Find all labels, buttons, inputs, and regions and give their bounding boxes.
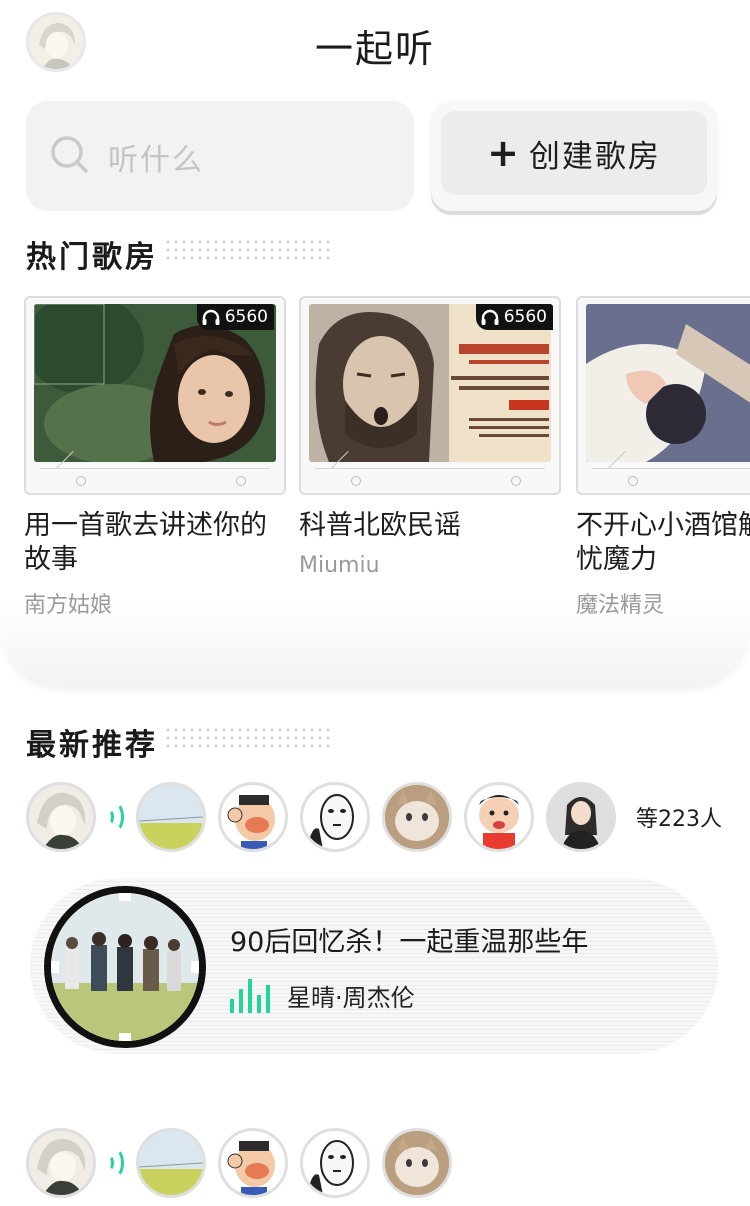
album-disc <box>44 886 206 1048</box>
listener-avatar <box>300 1128 370 1198</box>
recommendation-title: 90后回忆杀！一起重温那些年 <box>230 927 589 958</box>
room-cover-image <box>586 304 750 462</box>
listener-avatar <box>300 782 370 852</box>
room-author: 魔法精灵 <box>576 593 665 618</box>
plus-icon: + <box>487 131 521 175</box>
search-icon <box>51 136 88 173</box>
card-decoration <box>628 476 638 486</box>
listener-avatars[interactable]: 等223人 <box>26 782 722 852</box>
listener-avatar <box>136 1128 206 1198</box>
create-room-button[interactable]: + 创建歌房 <box>431 101 717 211</box>
listener-avatars[interactable] <box>26 1128 464 1198</box>
dots-decoration <box>164 238 334 264</box>
page-title: 一起听 <box>314 27 435 71</box>
now-playing: 星晴·周杰伦 <box>230 978 415 1013</box>
listener-avatar <box>136 782 206 852</box>
create-room-label: 创建歌房 <box>528 138 661 175</box>
listener-count-text: 等223人 <box>636 807 722 832</box>
card-clip: 不开心小酒馆解忧魔力 魔法精灵 <box>0 290 750 630</box>
song-title: 星晴·周杰伦 <box>287 984 415 1012</box>
speaking-wave-icon <box>102 1128 132 1198</box>
create-room-inner[interactable]: + 创建歌房 <box>441 111 707 195</box>
hot-section-title: 热门歌房 <box>26 240 158 275</box>
room-name: 不开心小酒馆解忧魔力 <box>576 510 750 575</box>
listener-avatar <box>546 782 616 852</box>
listener-avatar <box>382 782 452 852</box>
listener-avatar <box>218 1128 288 1198</box>
app-header: 一起听 <box>0 0 750 92</box>
listener-avatar <box>218 782 288 852</box>
listener-avatar <box>382 1128 452 1198</box>
listener-avatar <box>464 782 534 852</box>
speaking-wave-icon <box>102 782 132 852</box>
listener-avatar <box>26 1128 96 1198</box>
search-placeholder: 听什么 <box>108 143 204 178</box>
equalizer-icon <box>230 978 275 1013</box>
listener-avatar <box>26 782 96 852</box>
search-input[interactable]: 听什么 <box>26 101 414 211</box>
new-section-title: 最新推荐 <box>26 728 158 763</box>
recommendation-card[interactable]: 90后回忆杀！一起重温那些年 星晴·周杰伦 <box>30 878 718 1054</box>
room-card-frame <box>576 296 750 495</box>
room-card[interactable]: 不开心小酒馆解忧魔力 魔法精灵 <box>576 296 750 619</box>
dots-decoration <box>164 726 334 752</box>
